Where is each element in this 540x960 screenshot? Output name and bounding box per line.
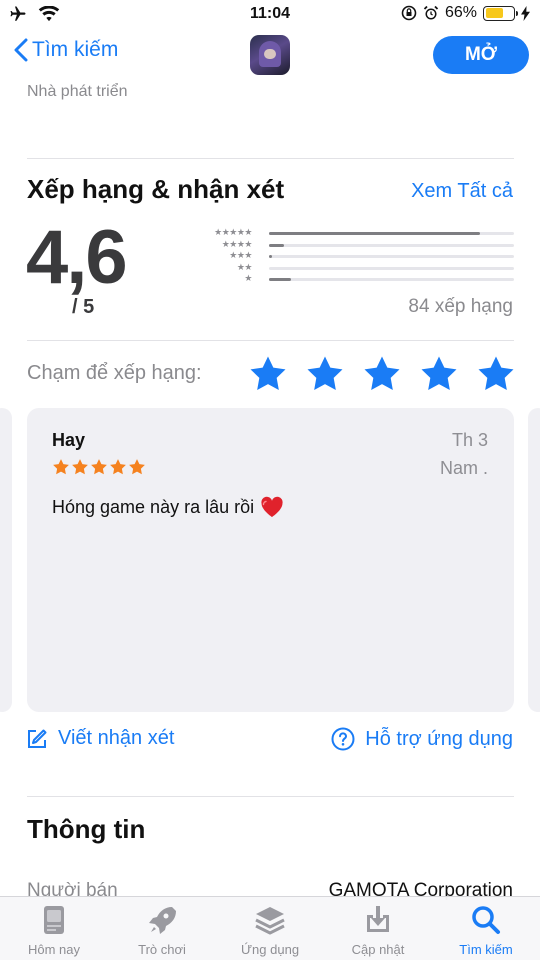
rate-star-5-icon[interactable]: [476, 354, 516, 394]
histogram-bar: [269, 278, 292, 281]
review-body-text: Hóng game này ra lâu rồi: [52, 496, 255, 517]
info-title: Thông tin: [27, 814, 146, 844]
status-right: 66%: [401, 4, 530, 22]
download-icon: [367, 906, 389, 932]
divider: [27, 158, 514, 159]
rate-star-4-icon[interactable]: [419, 354, 459, 394]
battery-icon: [483, 5, 518, 21]
histogram-track: [269, 266, 514, 270]
navigation-bar: Tìm kiếm MỞ: [0, 30, 540, 80]
tab-label: Trò chơi: [138, 942, 186, 957]
app-icon-face: [264, 49, 276, 59]
tab-label: Ứng dụng: [240, 942, 300, 957]
rating-out-of: / 5: [72, 296, 95, 318]
histogram-track: [269, 255, 514, 258]
rate-star-1-icon[interactable]: [248, 354, 288, 394]
histogram-row: ★: [196, 273, 514, 286]
tab-games[interactable]: Trò chơi: [108, 897, 216, 960]
back-button-label: Tìm kiếm: [32, 38, 119, 61]
orientation-lock-icon: [401, 5, 417, 21]
next-review-card[interactable]: [528, 408, 540, 712]
tap-to-rate-label: Chạm để xếp hạng:: [27, 362, 202, 384]
rating-count: 84 xếp hạng: [408, 296, 513, 317]
divider: [27, 796, 514, 797]
layers-icon: [255, 907, 285, 935]
heart-icon: [261, 496, 283, 517]
review-stars: [52, 458, 146, 476]
developer-label[interactable]: Nhà phát triển: [27, 83, 128, 101]
rocket-icon: [149, 907, 176, 934]
review-author: Nam .: [439, 458, 488, 478]
today-icon: [44, 906, 64, 934]
charging-icon: [521, 5, 530, 21]
alarm-icon: [423, 5, 439, 20]
review-date: Th 3: [451, 430, 488, 450]
tab-search[interactable]: Tìm kiếm: [432, 897, 540, 960]
average-rating: 4,6: [26, 215, 128, 300]
search-icon: [472, 906, 500, 934]
rate-star-3-icon[interactable]: [362, 354, 402, 394]
status-bar: 11:04 66%: [0, 0, 540, 30]
review-star-icon: [129, 459, 145, 475]
compose-icon: [28, 729, 47, 748]
histogram-track: [269, 243, 514, 247]
tab-updates[interactable]: Cập nhật: [324, 897, 432, 960]
rating-histogram: ★★★★★ ★★★★ ★★★ ★★ ★: [196, 227, 514, 287]
review-body: Hóng game này ra lâu rồi: [52, 496, 284, 518]
review-star-icon: [53, 459, 69, 475]
tab-label: Cập nhật: [351, 942, 405, 957]
histogram-star-label: ★: [244, 273, 252, 283]
histogram-track: [269, 278, 514, 281]
histogram-star-label: ★★★: [229, 250, 252, 260]
tab-bar: Hôm nay Trò chơi Ứng dụng Cập nhật Tìm k…: [0, 896, 540, 960]
histogram-track: [269, 232, 514, 235]
see-all-link[interactable]: Xem Tất cả: [411, 180, 513, 203]
review-star-icon: [91, 459, 107, 475]
app-support-button[interactable]: Hỗ trợ ứng dụng: [331, 727, 513, 751]
review-star-icon: [72, 459, 88, 475]
tab-label: Hôm nay: [27, 942, 81, 957]
histogram-bar: [269, 255, 272, 258]
divider: [27, 340, 514, 341]
review-star-icon: [110, 459, 126, 475]
previous-review-card[interactable]: [0, 408, 12, 712]
app-support-label: Hỗ trợ ứng dụng: [365, 727, 513, 750]
histogram-bar: [269, 243, 284, 247]
tab-today[interactable]: Hôm nay: [0, 897, 108, 960]
rate-star-2-icon[interactable]: [305, 354, 345, 394]
battery-percent: 66%: [444, 4, 477, 21]
open-button[interactable]: MỞ: [433, 36, 529, 74]
tab-label: Tìm kiếm: [459, 942, 513, 957]
tab-apps[interactable]: Ứng dụng: [216, 897, 324, 960]
battery-level: [485, 8, 504, 18]
write-review-label: Viết nhận xét: [58, 727, 175, 749]
histogram-star-label: ★★★★: [221, 238, 253, 249]
histogram-star-label: ★★: [236, 261, 253, 272]
write-review-button[interactable]: Viết nhận xét: [26, 727, 174, 750]
review-card[interactable]: Hay Th 3 Nam . Hóng game này ra lâu rồi: [27, 408, 514, 712]
ratings-title: Xếp hạng & nhận xét: [27, 174, 285, 204]
back-button[interactable]: Tìm kiếm: [14, 38, 118, 62]
histogram-bar: [269, 232, 480, 235]
tap-to-rate-stars: [248, 354, 516, 394]
histogram-star-label: ★★★★★: [214, 227, 252, 237]
app-icon: [250, 35, 290, 75]
question-circle-icon: [331, 727, 355, 751]
chevron-left-icon: [14, 38, 28, 62]
review-title: Hay: [52, 430, 86, 450]
